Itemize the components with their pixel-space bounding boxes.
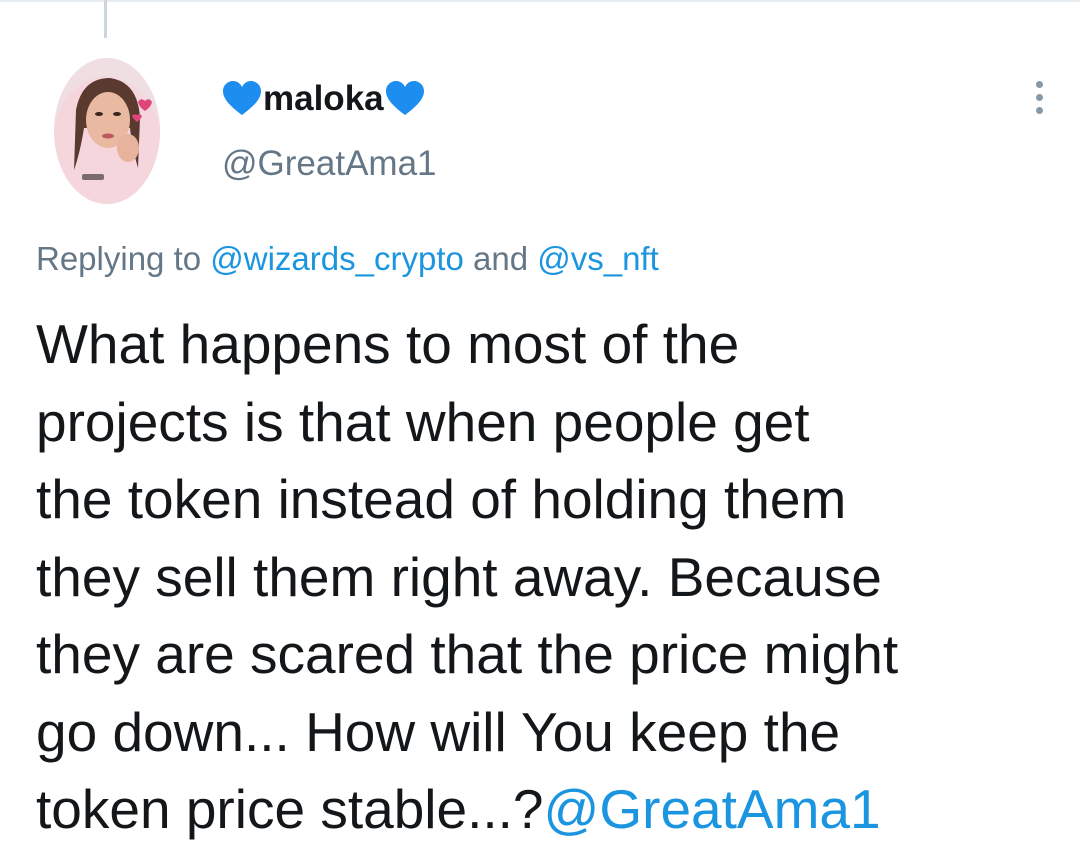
tweet-mention-greatama1[interactable]: @GreatAma1 bbox=[544, 778, 881, 840]
more-vertical-icon bbox=[1035, 80, 1043, 88]
tweet-line: projects is that when people get bbox=[36, 390, 810, 453]
replying-connector: and bbox=[463, 240, 538, 277]
replying-to-line: Replying to @wizards_crypto and @vs_nft bbox=[36, 240, 659, 278]
more-vertical-icon-dot bbox=[1035, 93, 1043, 101]
tweet-line: they sell them right away. Because bbox=[36, 545, 882, 608]
reply-mention-wizards-crypto[interactable]: @wizards_crypto bbox=[210, 240, 464, 277]
reply-mention-vs-nft[interactable]: @vs_nft bbox=[537, 240, 659, 277]
tweet-text: What happens to most of the projects is t… bbox=[36, 306, 1046, 849]
tweet-line-last: token price stable...?@GreatAma1 bbox=[36, 771, 1046, 849]
more-vertical-icon-dot bbox=[1035, 106, 1043, 114]
tweet-line: the token instead of holding them bbox=[36, 468, 847, 530]
display-name[interactable]: maloka bbox=[222, 74, 425, 124]
tweet-line: go down... How will You keep the bbox=[36, 700, 841, 763]
display-name-text: maloka bbox=[263, 79, 384, 118]
top-divider bbox=[0, 0, 1080, 2]
replying-to-label: Replying to bbox=[36, 240, 211, 277]
thread-connector-line bbox=[104, 0, 107, 38]
blue-heart-icon bbox=[385, 81, 425, 117]
blue-heart-icon bbox=[222, 81, 262, 117]
avatar[interactable] bbox=[54, 58, 160, 204]
user-handle[interactable]: @GreatAma1 bbox=[222, 144, 437, 184]
more-options-button[interactable] bbox=[1024, 74, 1054, 120]
tweet-line: token price stable...? bbox=[36, 778, 544, 840]
tweet-line: they are scared that the price might bbox=[36, 623, 899, 685]
tweet-line: What happens to most of the bbox=[36, 313, 740, 375]
